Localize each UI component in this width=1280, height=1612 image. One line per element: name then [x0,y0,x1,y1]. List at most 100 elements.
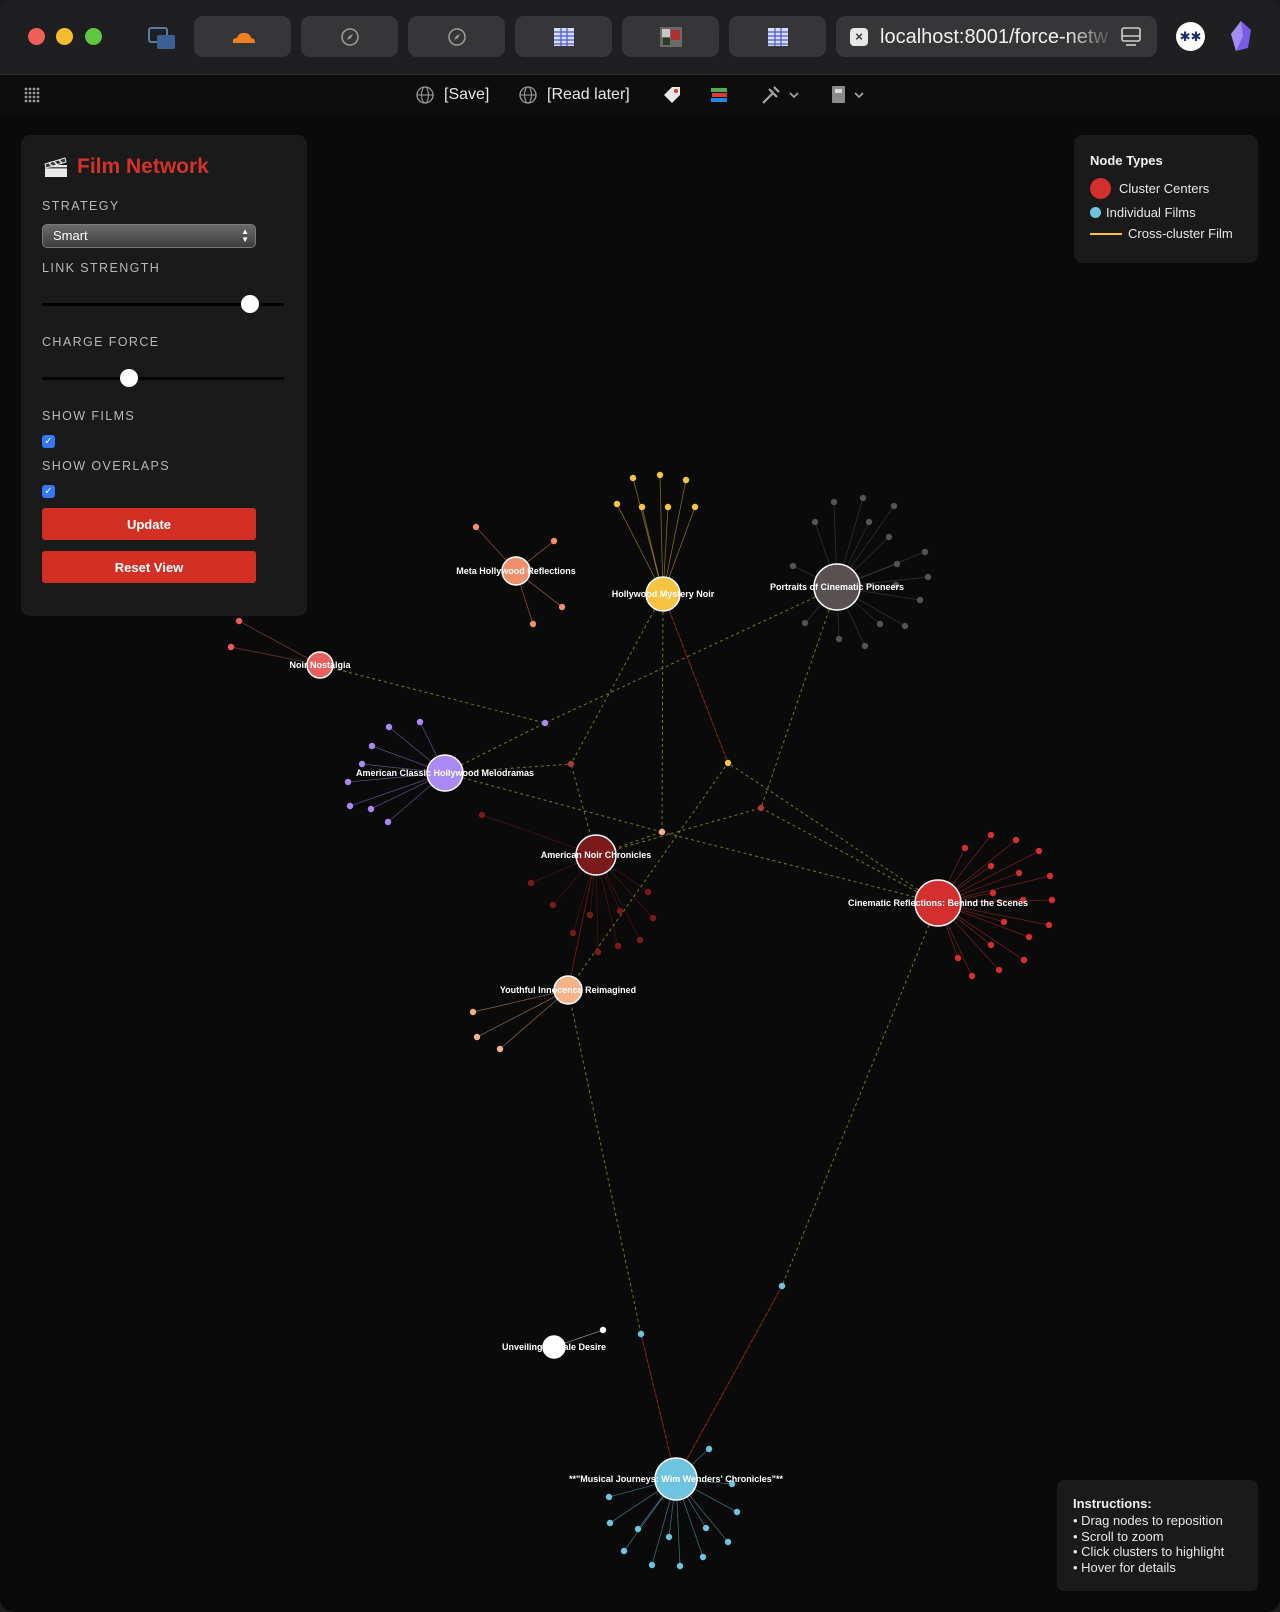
cross-cluster-film-node[interactable] [637,1330,645,1338]
film-node[interactable] [620,1547,628,1555]
film-node[interactable] [893,560,901,568]
film-node[interactable] [636,936,644,944]
film-node[interactable] [550,537,558,545]
film-node[interactable] [924,573,932,581]
film-node[interactable] [1015,869,1023,877]
film-node[interactable] [358,760,366,768]
film-node[interactable] [968,972,976,980]
bookmark-read-later[interactable]: [Read later] [518,83,630,107]
film-node[interactable] [1035,847,1043,855]
film-node[interactable] [384,818,392,826]
film-node[interactable] [916,596,924,604]
close-tab-icon[interactable]: × [850,28,868,46]
film-node[interactable] [227,643,235,651]
tools-menu-icon[interactable] [760,84,802,106]
film-node[interactable] [987,862,995,870]
film-node[interactable] [614,942,622,950]
film-node[interactable] [1012,836,1020,844]
link-strength-slider[interactable] [42,295,284,313]
film-node[interactable] [644,888,652,896]
film-node[interactable] [835,635,843,643]
address-bar[interactable]: × localhost:8001/force-netw [836,16,1157,57]
film-node[interactable] [1000,918,1008,926]
film-node[interactable] [865,518,873,526]
film-node[interactable] [606,1519,614,1527]
film-node[interactable] [1046,872,1054,880]
film-node[interactable] [861,642,869,650]
film-node[interactable] [469,1008,477,1016]
film-node[interactable] [1045,921,1053,929]
film-node[interactable] [496,1045,504,1053]
bookmark-save[interactable]: [Save] [415,83,489,107]
film-node[interactable] [921,548,929,556]
film-node[interactable] [859,494,867,502]
link-strength-slider-thumb[interactable] [241,295,260,313]
browser-tab-4[interactable] [515,16,612,57]
cross-cluster-film-node[interactable] [757,804,765,812]
film-node[interactable] [691,503,699,511]
tag-bookmark-icon[interactable] [661,84,683,106]
notebook-menu-icon[interactable] [830,84,868,106]
close-window-button[interactable] [28,28,45,45]
film-node[interactable] [605,1493,613,1501]
film-node[interactable] [664,503,672,511]
film-node[interactable] [558,603,566,611]
reset-view-button[interactable]: Reset View [42,551,256,583]
film-node[interactable] [656,471,664,479]
film-node[interactable] [346,802,354,810]
film-node[interactable] [629,474,637,482]
film-node[interactable] [549,901,557,909]
film-node[interactable] [724,1538,732,1546]
film-node[interactable] [1048,896,1056,904]
zoom-window-button[interactable] [85,28,102,45]
film-node[interactable] [472,523,480,531]
film-node[interactable] [830,498,838,506]
charge-force-slider-thumb[interactable] [120,369,139,387]
film-node[interactable] [733,1508,741,1516]
cross-cluster-film-node[interactable] [724,759,732,767]
film-node[interactable] [235,617,243,625]
film-node[interactable] [473,1033,481,1041]
film-node[interactable] [569,929,577,937]
film-node[interactable] [801,619,809,627]
film-node[interactable] [682,476,690,484]
film-node[interactable] [416,718,424,726]
show-overlaps-checkbox[interactable]: ✓ [42,485,55,498]
browser-tab-5[interactable] [622,16,719,57]
film-node[interactable] [699,1553,707,1561]
books-bookmark-icon[interactable] [709,84,729,106]
film-node[interactable] [665,1533,673,1541]
tab-overview-icon[interactable] [148,26,176,50]
film-node[interactable] [702,1524,710,1532]
film-node[interactable] [995,966,1003,974]
film-node[interactable] [1020,956,1028,964]
extension-icon[interactable]: ✱✱ [1176,22,1205,51]
film-node[interactable] [987,831,995,839]
film-node[interactable] [876,620,884,628]
graph-nodes[interactable] [227,471,1056,1570]
reader-view-icon[interactable] [1120,26,1142,48]
film-node[interactable] [811,518,819,526]
minimize-window-button[interactable] [56,28,73,45]
film-node[interactable] [368,742,376,750]
film-node[interactable] [586,911,594,919]
charge-force-slider[interactable] [42,369,284,387]
film-node[interactable] [901,622,909,630]
browser-tab-6[interactable] [729,16,826,57]
film-node[interactable] [961,844,969,852]
film-node[interactable] [638,503,646,511]
film-node[interactable] [367,805,375,813]
film-node[interactable] [648,1561,656,1569]
film-node[interactable] [649,914,657,922]
film-node[interactable] [529,620,537,628]
film-node[interactable] [616,907,624,915]
browser-tab-2[interactable] [301,16,398,57]
film-node[interactable] [594,948,602,956]
crystal-extension-icon[interactable] [1228,20,1254,52]
film-node[interactable] [885,533,893,541]
browser-tab-1[interactable] [194,16,291,57]
film-node[interactable] [954,954,962,962]
film-node[interactable] [527,879,535,887]
film-node[interactable] [890,502,898,510]
cross-cluster-film-node[interactable] [658,828,666,836]
